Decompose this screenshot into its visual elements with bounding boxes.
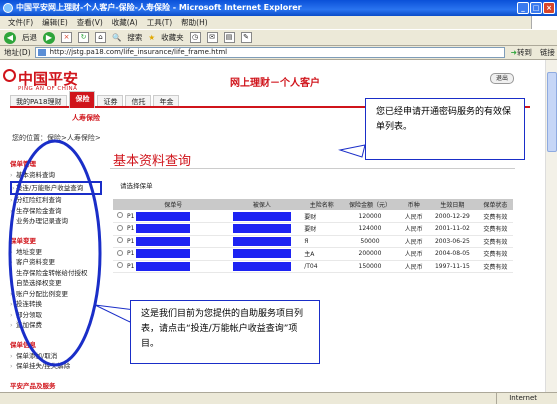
status-bar: Internet — [0, 392, 557, 404]
windows-logo-icon — [531, 16, 557, 29]
menu-tools[interactable]: 工具(T) — [147, 16, 172, 29]
forward-arrow-icon[interactable]: ▶ — [43, 31, 55, 44]
callout-pointer-top — [338, 144, 366, 158]
scrollbar-thumb[interactable] — [547, 72, 557, 152]
print-icon[interactable]: ▤ — [223, 32, 235, 43]
edit-icon[interactable]: ✎ — [240, 32, 252, 43]
page-icon — [37, 49, 46, 56]
refresh-icon[interactable]: ↻ — [78, 32, 89, 43]
highlight-ellipse — [8, 139, 102, 367]
window-title: 中国平安网上理财-个人客户-保险-人寿保险 - Microsoft Intern… — [16, 3, 302, 12]
search-button[interactable]: 搜索 — [127, 32, 142, 43]
favorites-button[interactable]: 收藏夹 — [161, 32, 184, 43]
callout-bottom: 这是我们目前为您提供的自助服务项目列表，请点击“投连/万能帐户收益查询”项目。 — [130, 300, 320, 364]
mail-icon[interactable]: ✉ — [206, 32, 218, 43]
address-bar: 地址(D) http://jstg.pa18.com/life_insuranc… — [0, 46, 557, 60]
address-url: http://jstg.pa18.com/life_insurance/life… — [49, 48, 228, 56]
menu-file[interactable]: 文件(F) — [8, 16, 33, 29]
callout-pointer-bottom — [94, 304, 136, 323]
window-controls: _ □ × — [517, 2, 555, 14]
web-page: 中国平安 PING AN OF CHINA 网上理财－个人客户 退出 我的PA1… — [0, 60, 545, 392]
menu-view[interactable]: 查看(V) — [77, 16, 103, 29]
minimize-button[interactable]: _ — [517, 2, 529, 14]
security-zone: Internet — [496, 393, 537, 404]
address-label: 地址(D) — [4, 48, 31, 57]
stop-icon[interactable]: × — [61, 32, 72, 43]
close-button[interactable]: × — [543, 2, 555, 14]
search-icon: 🔍 — [112, 33, 122, 42]
home-icon[interactable]: ⌂ — [95, 32, 106, 43]
toolbar: ◀ 后退 ▶ × ↻ ⌂ 🔍 搜索 ★ 收藏夹 ◷ ✉ ▤ ✎ — [0, 29, 557, 46]
address-input[interactable]: http://jstg.pa18.com/life_insurance/life… — [34, 47, 505, 58]
window-titlebar: 中国平安网上理财-个人客户-保险-人寿保险 - Microsoft Intern… — [0, 0, 557, 16]
go-button[interactable]: 转到 — [517, 47, 532, 58]
menu-edit[interactable]: 编辑(E) — [42, 16, 68, 29]
back-button[interactable]: 后退 — [22, 32, 37, 43]
links-button[interactable]: 链接 — [540, 47, 555, 58]
menu-favorites[interactable]: 收藏(A) — [112, 16, 138, 29]
back-arrow-icon[interactable]: ◀ — [4, 31, 16, 44]
menu-help[interactable]: 帮助(H) — [181, 16, 208, 29]
history-icon[interactable]: ◷ — [189, 32, 201, 43]
maximize-button[interactable]: □ — [530, 2, 542, 14]
menu-bar: 文件(F) 编辑(E) 查看(V) 收藏(A) 工具(T) 帮助(H) — [0, 16, 557, 29]
vertical-scrollbar[interactable] — [545, 60, 557, 392]
callout-top: 您已经申请开通密码服务的有效保单列表。 — [365, 98, 525, 160]
ie-icon — [3, 3, 13, 13]
favorites-star-icon: ★ — [148, 33, 156, 42]
